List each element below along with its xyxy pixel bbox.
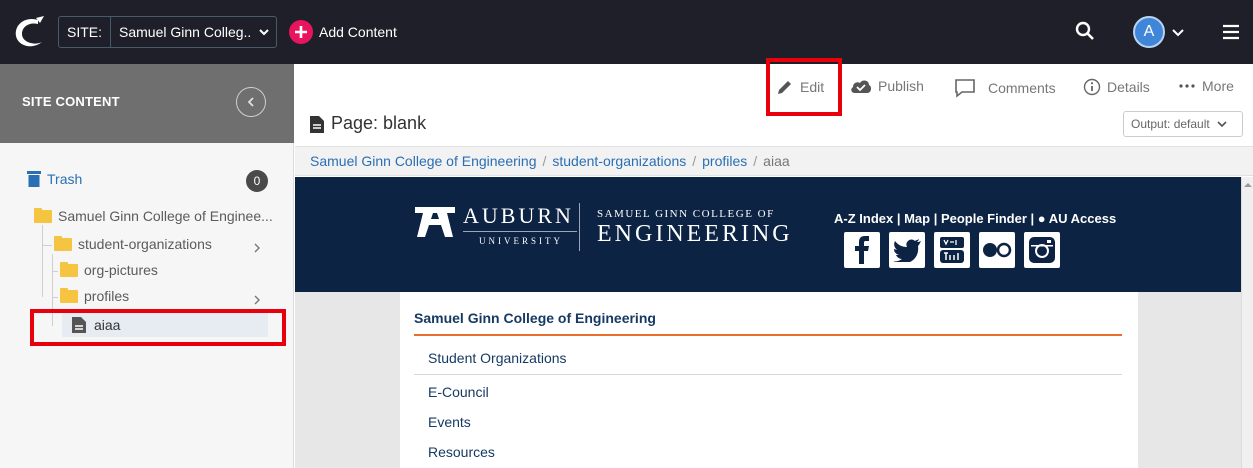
tree-guide <box>52 297 58 298</box>
sidebar-item-trash[interactable]: Trash <box>27 170 82 187</box>
comments-label: Comments <box>988 80 1056 96</box>
tree-label: org-pictures <box>84 262 158 278</box>
chevron-down-icon <box>252 26 276 38</box>
publish-button[interactable]: Publish <box>850 78 924 94</box>
trash-label: Trash <box>47 170 83 187</box>
more-button[interactable]: More <box>1178 78 1234 94</box>
university-wordmark: UNIVERSITY <box>479 236 563 246</box>
nav-link-e-council[interactable]: E-Council <box>428 384 489 400</box>
twitter-icon[interactable] <box>889 232 925 268</box>
sidebar-item-profiles[interactable]: profiles <box>60 287 130 304</box>
sidebar-header: SITE CONTENT <box>0 64 294 143</box>
highlight-box <box>766 58 842 116</box>
chevron-down-icon[interactable] <box>1170 24 1186 40</box>
tree-label: Samuel Ginn College of Enginee... <box>58 208 273 224</box>
site-selector[interactable]: SITE: Samuel Ginn Colleg... <box>58 16 277 48</box>
nav-link-resources[interactable]: Resources <box>428 444 495 460</box>
college-line-2: ENGINEERING <box>597 221 793 247</box>
plus-icon <box>289 20 313 44</box>
details-button[interactable]: Details <box>1083 78 1150 96</box>
tree-guide <box>42 225 43 297</box>
comments-button[interactable]: Comments <box>954 78 1056 98</box>
auburn-au-logo-icon[interactable] <box>413 205 457 244</box>
auburn-wordmark: AUBURN <box>463 203 574 228</box>
tree-label: student-organizations <box>78 236 212 252</box>
site-value: Samuel Ginn Colleg... <box>119 24 252 40</box>
trash-count-badge: 0 <box>246 170 268 192</box>
hamburger-menu-icon[interactable] <box>1220 21 1242 43</box>
add-content-label: Add Content <box>319 24 397 40</box>
tree-label: profiles <box>84 288 130 304</box>
sidebar-title: SITE CONTENT <box>22 94 120 109</box>
nav-link-student-organizations[interactable]: Student Organizations <box>428 350 567 366</box>
orange-divider <box>414 334 1122 336</box>
college-title[interactable]: Samuel Ginn College of Engineering <box>414 310 656 326</box>
chevron-right-icon[interactable] <box>252 292 262 305</box>
content-area: Samuel Ginn College of Engineering Stude… <box>400 292 1138 468</box>
page-preview: AUBURN UNIVERSITY SAMUEL GINN COLLEGE OF… <box>295 177 1241 468</box>
chevron-right-icon[interactable] <box>252 240 262 253</box>
folder-icon <box>34 207 52 223</box>
output-select[interactable]: Output: default <box>1123 111 1243 137</box>
chevron-left-icon <box>247 97 254 107</box>
page-title: Page: blank <box>310 113 426 134</box>
cloud-check-icon <box>851 80 872 93</box>
add-content-button[interactable]: Add Content <box>289 18 397 46</box>
output-value: Output: default <box>1131 117 1210 131</box>
search-icon[interactable] <box>1074 20 1096 42</box>
trash-icon <box>27 171 41 187</box>
breadcrumb-item[interactable]: student-organizations <box>552 153 686 169</box>
facebook-icon[interactable] <box>844 232 880 268</box>
site-label: SITE: <box>59 17 112 47</box>
more-dots-icon <box>1179 84 1195 88</box>
folder-icon <box>60 287 78 303</box>
tree-guide <box>42 245 52 246</box>
more-label: More <box>1202 78 1234 94</box>
breadcrumb-item[interactable]: Samuel Ginn College of Engineering <box>310 153 536 169</box>
breadcrumb-separator: / <box>542 153 547 169</box>
folder-icon <box>54 235 72 251</box>
flickr-icon[interactable] <box>979 232 1015 268</box>
preview-scrollbar[interactable] <box>1241 177 1253 468</box>
top-bar: SITE: Samuel Ginn Colleg... Add Content … <box>0 0 1253 64</box>
wordmark-rule <box>463 231 577 232</box>
banner-divider <box>579 203 580 251</box>
tree-guide <box>52 271 58 272</box>
nav-divider <box>414 374 1122 375</box>
crafter-logo-icon[interactable] <box>8 12 48 52</box>
breadcrumb-separator: / <box>753 153 758 169</box>
info-icon <box>1083 78 1101 96</box>
scroll-up-icon[interactable] <box>1243 181 1253 189</box>
collapse-sidebar-button[interactable] <box>236 87 266 117</box>
page-icon <box>310 115 324 133</box>
folder-icon <box>60 261 78 277</box>
publish-label: Publish <box>878 78 924 94</box>
highlight-box <box>30 309 286 346</box>
youtube-icon[interactable] <box>934 232 970 268</box>
chevron-down-icon <box>1217 121 1227 128</box>
instagram-icon[interactable] <box>1024 232 1060 268</box>
sidebar-item-samuel-ginn[interactable]: Samuel Ginn College of Enginee... <box>34 207 273 224</box>
breadcrumb-separator: / <box>692 153 697 169</box>
breadcrumb-item[interactable]: profiles <box>702 153 747 169</box>
nav-link-events[interactable]: Events <box>428 414 471 430</box>
breadcrumb: Samuel Ginn College of Engineering / stu… <box>295 146 1253 176</box>
auburn-banner: AUBURN UNIVERSITY SAMUEL GINN COLLEGE OF… <box>295 177 1241 292</box>
page-title-text: Page: blank <box>331 113 427 133</box>
sidebar-item-org-pictures[interactable]: org-pictures <box>60 261 158 278</box>
banner-links[interactable]: A-Z Index | Map | People Finder | ● AU A… <box>834 211 1116 226</box>
user-avatar[interactable]: A <box>1133 16 1165 48</box>
details-label: Details <box>1107 79 1150 95</box>
breadcrumb-current: aiaa <box>763 153 790 169</box>
college-line-1: SAMUEL GINN COLLEGE OF <box>597 208 775 220</box>
comment-icon <box>955 79 975 98</box>
sidebar-item-student-organizations[interactable]: student-organizations <box>54 235 212 252</box>
